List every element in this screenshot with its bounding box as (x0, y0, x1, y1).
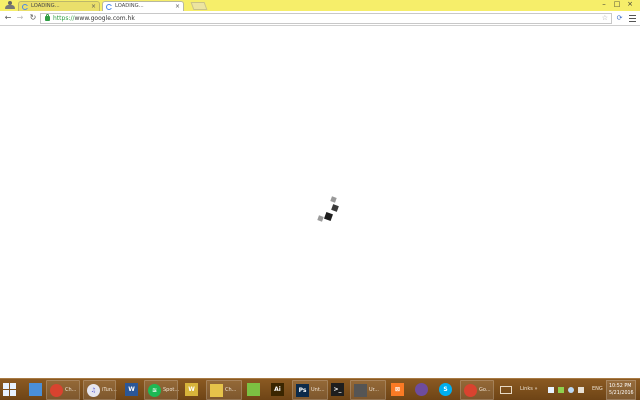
reload-button[interactable]: ↻ (28, 13, 38, 23)
clock-date: 5/21/2016 (609, 391, 634, 396)
github-icon (415, 383, 428, 396)
start-pane-1 (3, 383, 9, 389)
google-favicon-icon (106, 4, 112, 10)
loading-spinner-icon (310, 192, 344, 226)
bookmark-star-icon[interactable]: ☆ (602, 14, 608, 23)
links-toolbar[interactable]: Links » (520, 386, 538, 393)
taskbar-item-green-app[interactable] (244, 380, 266, 400)
skype-icon: S (439, 383, 452, 396)
taskbar-item-chrome-2[interactable]: Go... (460, 380, 494, 400)
taskbar-item-github[interactable] (412, 380, 434, 400)
photoshop-icon: Ps (296, 384, 309, 397)
new-tab-button[interactable] (190, 2, 208, 10)
taskbar-item-spotify[interactable]: ≋ Spot... (144, 380, 180, 400)
taskbar-item-itunes[interactable]: ♫ iTun... (83, 380, 117, 400)
links-expand-icon: » (534, 386, 538, 392)
menu-bar-1 (629, 15, 636, 16)
taskbar-item-w-app[interactable]: W (182, 380, 202, 400)
desktop-screen: LOADING... × LOADING... × – □ × ← → ↻ ht… (0, 0, 640, 400)
taskbar-item-label: iTun... (102, 387, 117, 393)
taskbar-clock[interactable]: 10:52 PM 5/21/2016 (606, 380, 636, 400)
taskbar-item-folder[interactable]: Ch... (206, 380, 242, 400)
close-window-button[interactable]: × (624, 0, 636, 10)
tray-network-icon[interactable] (558, 387, 564, 393)
links-label: Links (520, 386, 533, 392)
windows-taskbar: Ch... ♫ iTun... W ≋ Spot... W Ch... Ai Ps Unt... >_… (0, 378, 640, 400)
language-indicator[interactable]: ENG (592, 386, 603, 393)
chrome-menu-icon[interactable] (628, 14, 637, 23)
address-bar[interactable]: https://www.google.com.hk ☆ (40, 13, 612, 24)
app-window-icon (354, 384, 367, 397)
tray-flag-icon[interactable] (548, 387, 554, 393)
taskbar-item-xampp[interactable]: ⊠ (388, 380, 410, 400)
taskbar-item-app-gray[interactable]: Ur... (350, 380, 386, 400)
xampp-icon: ⊠ (391, 383, 404, 396)
url-host: www.google.com.hk (74, 15, 135, 22)
taskbar-item-chrome-1[interactable]: Ch... (46, 380, 80, 400)
windows-start-button[interactable] (3, 383, 17, 397)
tab-2-title: LOADING... (115, 3, 144, 9)
back-button[interactable]: ← (3, 13, 13, 23)
w-app-icon: W (185, 383, 198, 396)
tab-strip: LOADING... × LOADING... × – □ × (0, 0, 640, 11)
google-favicon-icon (22, 4, 28, 10)
taskbar-item-illustrator[interactable]: Ai (268, 380, 290, 400)
green-app-icon (247, 383, 260, 396)
maximize-button[interactable]: □ (611, 0, 623, 10)
clock-time: 10:52 PM (609, 384, 632, 389)
tray-cloud-icon[interactable] (568, 387, 574, 393)
folder-icon (210, 384, 223, 397)
taskbar-item-skype[interactable]: S (436, 380, 458, 400)
tab-2-close-icon[interactable]: × (175, 3, 180, 10)
keyboard-icon[interactable] (500, 386, 512, 394)
profile-avatar-icon[interactable] (3, 1, 17, 10)
tab-1-close-icon[interactable]: × (91, 3, 96, 10)
menu-bar-2 (629, 18, 636, 19)
menu-bar-3 (629, 21, 636, 22)
url-scheme: https:// (53, 15, 75, 22)
taskbar-item-label: Ch... (65, 387, 77, 393)
taskbar-item-label: Spot... (163, 387, 180, 393)
tab-2[interactable]: LOADING... × (102, 1, 184, 11)
taskbar-item-photoshop[interactable]: Ps Unt... (292, 380, 328, 400)
taskbar-item-label: Go... (479, 387, 491, 393)
taskbar-item-terminal[interactable]: >_ (328, 380, 348, 400)
network-icon (29, 383, 42, 396)
spinner-square-3 (324, 212, 333, 221)
itunes-icon: ♫ (87, 384, 100, 397)
spotify-icon: ≋ (148, 384, 161, 397)
tray-volume-icon[interactable] (578, 387, 584, 393)
start-pane-4 (10, 390, 16, 396)
browser-toolbar: ← → ↻ https://www.google.com.hk ☆ ⟳ (0, 11, 640, 26)
lock-icon[interactable] (45, 14, 50, 21)
tab-1[interactable]: LOADING... × (18, 1, 100, 11)
start-pane-2 (10, 383, 16, 389)
avatar-body-shape (5, 5, 15, 9)
word-icon: W (125, 383, 138, 396)
illustrator-icon: Ai (271, 383, 284, 396)
taskbar-item-label: Ch... (225, 387, 237, 393)
minimize-button[interactable]: – (598, 0, 610, 10)
taskbar-item-label: Unt... (311, 387, 325, 393)
tab-1-title: LOADING... (31, 3, 60, 9)
spinner-square-1 (330, 196, 337, 203)
spinner-square-4 (317, 215, 324, 222)
terminal-icon: >_ (331, 383, 344, 396)
taskbar-item-network[interactable] (26, 380, 45, 400)
taskbar-item-word[interactable]: W (122, 380, 142, 400)
chrome-icon (50, 384, 63, 397)
start-pane-3 (3, 390, 9, 396)
taskbar-item-label: Ur... (369, 387, 380, 393)
spinner-square-2 (331, 204, 339, 212)
url-text[interactable]: https://www.google.com.hk (53, 14, 135, 23)
chrome-icon (464, 384, 477, 397)
extension-icon[interactable]: ⟳ (615, 14, 624, 23)
forward-button[interactable]: → (15, 13, 25, 23)
